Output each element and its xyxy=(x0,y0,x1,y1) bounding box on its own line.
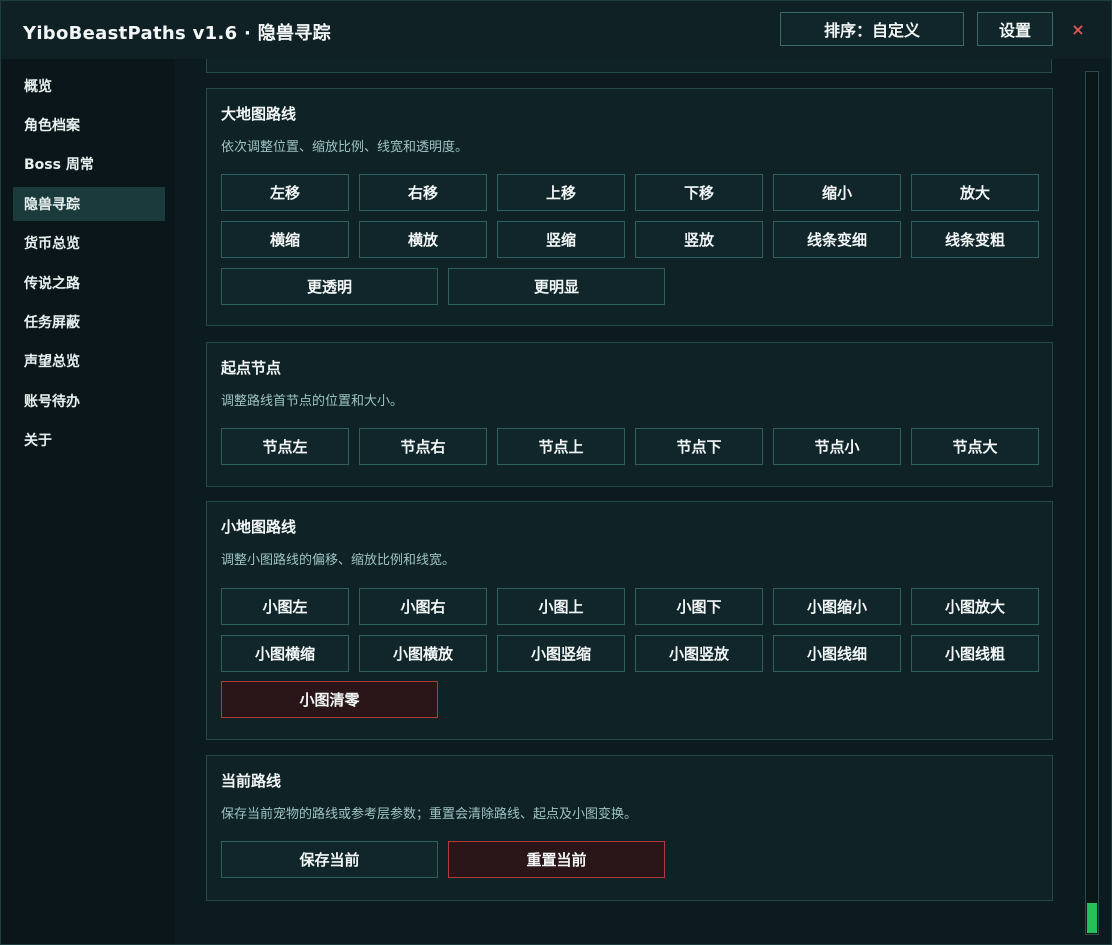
shrink-vertical-button[interactable]: 竖缩 xyxy=(497,221,625,258)
scrollbar-thumb[interactable] xyxy=(1087,903,1097,933)
sidebar-item-hidden-beast[interactable]: 隐兽寻踪 xyxy=(13,187,165,221)
sidebar-item-reputation[interactable]: 声望总览 xyxy=(13,344,165,378)
mini-reset-button[interactable]: 小图清零 xyxy=(221,681,438,718)
sidebar-item-legend-path[interactable]: 传说之路 xyxy=(13,266,165,300)
mini-shrink-vertical-button[interactable]: 小图竖缩 xyxy=(497,635,625,672)
mini-zoom-in-button[interactable]: 小图放大 xyxy=(911,588,1039,625)
node-smaller-button[interactable]: 节点小 xyxy=(773,428,901,465)
mini-stretch-vertical-button[interactable]: 小图竖放 xyxy=(635,635,763,672)
sidebar-item-account-todo[interactable]: 账号待办 xyxy=(13,384,165,418)
mini-stretch-horizontal-button[interactable]: 小图横放 xyxy=(359,635,487,672)
section-description: 调整路线首节点的位置和大小。 xyxy=(221,394,404,409)
zoom-out-button[interactable]: 缩小 xyxy=(773,174,901,211)
mini-zoom-out-button[interactable]: 小图缩小 xyxy=(773,588,901,625)
node-left-button[interactable]: 节点左 xyxy=(221,428,349,465)
section-mini-map-route: 小地图路线 调整小图路线的偏移、缩放比例和线宽。 小图左 小图右 小图上 小图下… xyxy=(206,501,1053,740)
app-window: YiboBeastPaths v1.6 · 隐兽寻踪 排序：自定义 设置 × 概… xyxy=(0,0,1112,945)
sort-button[interactable]: 排序：自定义 xyxy=(780,12,964,46)
app-title: YiboBeastPaths v1.6 · 隐兽寻踪 xyxy=(23,23,331,44)
section-start-node: 起点节点 调整路线首节点的位置和大小。 节点左 节点右 节点上 节点下 节点小 … xyxy=(206,342,1053,487)
move-down-button[interactable]: 下移 xyxy=(635,174,763,211)
section-current-route: 当前路线 保存当前宠物的路线或参考层参数；重置会清除路线、起点及小图变换。 保存… xyxy=(206,755,1053,901)
mini-shrink-horizontal-button[interactable]: 小图横缩 xyxy=(221,635,349,672)
move-left-button[interactable]: 左移 xyxy=(221,174,349,211)
sidebar-item-characters[interactable]: 角色档案 xyxy=(13,108,165,142)
sidebar-item-about[interactable]: 关于 xyxy=(13,423,165,457)
mini-down-button[interactable]: 小图下 xyxy=(635,588,763,625)
mini-line-thinner-button[interactable]: 小图线细 xyxy=(773,635,901,672)
save-current-button[interactable]: 保存当前 xyxy=(221,841,438,878)
mini-line-thicker-button[interactable]: 小图线粗 xyxy=(911,635,1039,672)
more-visible-button[interactable]: 更明显 xyxy=(448,268,665,305)
more-transparent-button[interactable]: 更透明 xyxy=(221,268,438,305)
section-title: 大地图路线 xyxy=(221,105,297,123)
sidebar-item-quest-block[interactable]: 任务屏蔽 xyxy=(13,305,165,339)
main-content: 大地图路线 依次调整位置、缩放比例、线宽和透明度。 左移 右移 上移 下移 缩小… xyxy=(175,59,1111,944)
stretch-horizontal-button[interactable]: 横放 xyxy=(359,221,487,258)
stretch-vertical-button[interactable]: 竖放 xyxy=(635,221,763,258)
node-up-button[interactable]: 节点上 xyxy=(497,428,625,465)
section-description: 保存当前宠物的路线或参考层参数；重置会清除路线、起点及小图变换。 xyxy=(221,807,638,822)
sidebar-item-overview[interactable]: 概览 xyxy=(13,69,165,103)
section-description: 依次调整位置、缩放比例、线宽和透明度。 xyxy=(221,140,469,155)
section-title: 小地图路线 xyxy=(221,518,297,536)
zoom-in-button[interactable]: 放大 xyxy=(911,174,1039,211)
section-world-map-route: 大地图路线 依次调整位置、缩放比例、线宽和透明度。 左移 右移 上移 下移 缩小… xyxy=(206,88,1053,326)
close-icon[interactable]: × xyxy=(1069,21,1087,39)
section-title: 起点节点 xyxy=(221,359,282,377)
mini-up-button[interactable]: 小图上 xyxy=(497,588,625,625)
mini-right-button[interactable]: 小图右 xyxy=(359,588,487,625)
node-larger-button[interactable]: 节点大 xyxy=(911,428,1039,465)
line-thinner-button[interactable]: 线条变细 xyxy=(773,221,901,258)
section-title: 当前路线 xyxy=(221,772,282,790)
node-right-button[interactable]: 节点右 xyxy=(359,428,487,465)
reset-current-button[interactable]: 重置当前 xyxy=(448,841,665,878)
section-description: 调整小图路线的偏移、缩放比例和线宽。 xyxy=(221,553,456,568)
previous-section-edge xyxy=(206,59,1052,73)
scrollbar-track[interactable] xyxy=(1085,71,1099,935)
settings-button[interactable]: 设置 xyxy=(977,12,1053,46)
sidebar-item-currency[interactable]: 货币总览 xyxy=(13,226,165,260)
title-bar: YiboBeastPaths v1.6 · 隐兽寻踪 排序：自定义 设置 × xyxy=(1,1,1111,59)
shrink-horizontal-button[interactable]: 横缩 xyxy=(221,221,349,258)
sidebar-item-boss-weekly[interactable]: Boss 周常 xyxy=(13,147,165,181)
mini-left-button[interactable]: 小图左 xyxy=(221,588,349,625)
line-thicker-button[interactable]: 线条变粗 xyxy=(911,221,1039,258)
sidebar: 概览 角色档案 Boss 周常 隐兽寻踪 货币总览 传说之路 任务屏蔽 声望总览… xyxy=(1,59,175,944)
move-up-button[interactable]: 上移 xyxy=(497,174,625,211)
move-right-button[interactable]: 右移 xyxy=(359,174,487,211)
node-down-button[interactable]: 节点下 xyxy=(635,428,763,465)
